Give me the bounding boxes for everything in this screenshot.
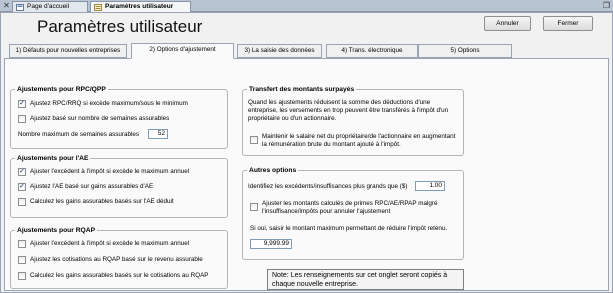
settings-page-icon — [94, 4, 102, 11]
max-insurable-weeks-input[interactable]: 52 — [148, 129, 168, 139]
page-title: Paramètres utilisateur — [37, 17, 203, 36]
user-settings-window: Paramètres utilisateur Annuler Fermer 1)… — [0, 12, 613, 293]
qpip-adjust-contrib-label: Ajustez les cotisations au RQAP basé sur… — [30, 256, 203, 263]
restore-window-icon[interactable]: ❐ — [603, 1, 610, 10]
qpip-adjustments-group: Ajustements pour RQAP Ajuster l'excédent… — [10, 226, 228, 289]
ei-calc-insurable-label: Calculez les gains assurables basés sur … — [30, 198, 174, 205]
close-document-icon[interactable]: ✕ — [2, 1, 11, 10]
settings-tabs: 1) Défauts pour nouvelles entreprises 2)… — [5, 43, 606, 59]
document-tab-strip: ✕ Page d'accueil Paramètres utilisateur … — [0, 0, 613, 13]
doc-tab-home[interactable]: Page d'accueil — [12, 1, 88, 12]
settings-copy-note: Note: Les renseignements sur cet onglet … — [267, 269, 464, 290]
maintain-net-salary-label: Maintenir le salaire net du propriétaire… — [262, 133, 456, 148]
cpp-qpp-adjustments-group: Ajustements pour RPC/QPP ✓ Ajustez RPC/R… — [10, 85, 228, 149]
adjustment-options-panel: Ajustements pour RPC/QPP ✓ Ajustez RPC/R… — [4, 58, 609, 291]
maintain-net-salary-checkbox[interactable] — [250, 136, 258, 144]
cpp-adjust-weeks-label: Ajustez basé sur nombre de semaines assu… — [30, 115, 170, 122]
ei-group-title: Ajustements pour l'AE — [15, 154, 91, 163]
tab-adjustment-options[interactable]: 2) Options d'ajustement — [131, 43, 234, 59]
cpp-qpp-group-title: Ajustements pour RPC/QPP — [15, 85, 108, 94]
ei-adjust-insurable-checkbox[interactable]: ✓ — [18, 183, 26, 191]
qpip-adjust-contrib-checkbox[interactable] — [18, 256, 26, 264]
discrepancy-threshold-input[interactable]: 1.00 — [415, 181, 445, 191]
qpip-group-title: Ajustements pour RQAP — [15, 226, 98, 235]
cancel-button[interactable]: Annuler — [484, 16, 531, 31]
transfer-group-title: Transfert des montants surpayés — [247, 85, 357, 94]
ei-excess-to-tax-checkbox[interactable]: ✓ — [18, 168, 26, 176]
discrepancy-threshold-label: Identifiez les excédents/insuffisances p… — [248, 183, 408, 190]
transfer-description: Quand les ajustements réduisent la somme… — [248, 99, 449, 122]
tab-options[interactable]: 5) Options — [418, 44, 512, 58]
ei-adjust-insurable-label: Ajustez l'AE basé sur gains assurables d… — [30, 183, 154, 190]
max-tax-reduction-label: Si oui, saisir le montant maximum permet… — [250, 225, 448, 232]
tab-electronic-transmission[interactable]: 4) Trans. électronique — [326, 44, 418, 58]
doc-tab-user-settings-label: Paramètres utilisateur — [105, 3, 174, 10]
tab-new-company-defaults[interactable]: 1) Défauts pour nouvelles entreprises — [9, 44, 127, 58]
qpip-excess-to-tax-checkbox[interactable] — [18, 240, 26, 248]
ei-excess-to-tax-label: Ajuster l'excédent à l'impôt si excède l… — [30, 168, 190, 175]
tab-data-entry[interactable]: 3) La saisie des données — [237, 44, 322, 58]
max-tax-reduction-input[interactable]: 9,999.99 — [250, 239, 292, 249]
overpayment-transfer-group: Transfert des montants surpayés Quand le… — [242, 85, 464, 156]
qpip-calc-insurable-checkbox[interactable] — [18, 272, 26, 280]
cpp-adjust-min-max-checkbox[interactable]: ✓ — [18, 100, 26, 108]
qpip-excess-to-tax-label: Ajuster l'excédent à l'impôt si excède l… — [30, 240, 190, 247]
ei-adjustments-group: Ajustements pour l'AE ✓ Ajuster l'excéde… — [10, 154, 228, 218]
other-options-group: Autres options Identifiez les excédents/… — [242, 166, 464, 260]
adjust-premiums-label: Ajuster les montants calculés de primes … — [262, 200, 438, 215]
other-options-title: Autres options — [247, 166, 299, 175]
max-insurable-weeks-label: Nombre maximum de semaines assurables — [18, 131, 140, 138]
cpp-adjust-weeks-checkbox[interactable] — [18, 115, 26, 123]
qpip-calc-insurable-label: Calculez les gains assurables basés sur … — [30, 272, 209, 279]
ei-calc-insurable-checkbox[interactable] — [18, 198, 26, 206]
home-page-icon — [16, 4, 24, 11]
close-button[interactable]: Fermer — [543, 16, 593, 31]
adjust-premiums-checkbox[interactable] — [250, 203, 258, 211]
cpp-adjust-min-max-label: Ajustez RPC/RRQ si excède maximum/sous l… — [30, 100, 188, 107]
doc-tab-home-label: Page d'accueil — [27, 3, 70, 10]
